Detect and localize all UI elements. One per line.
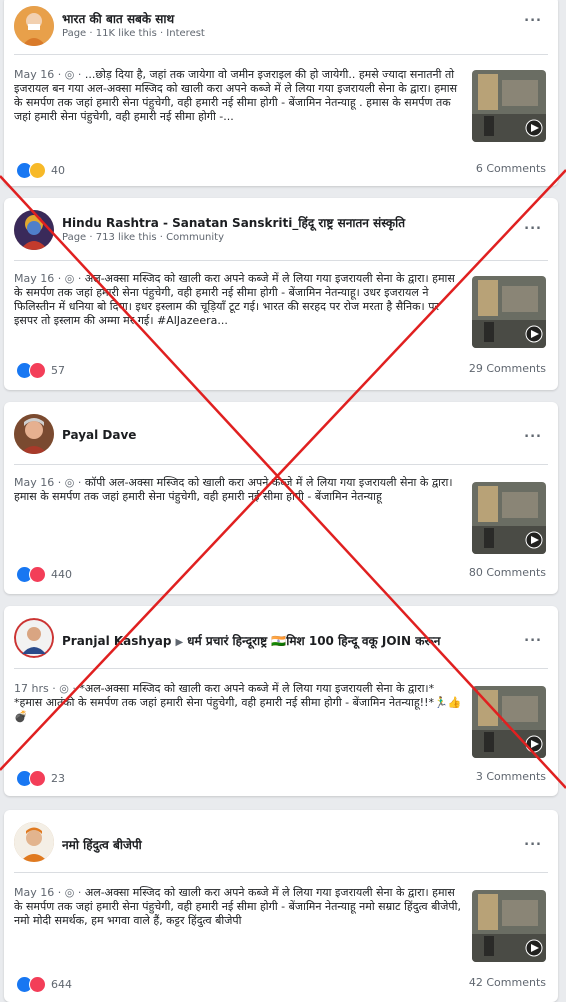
comments-count[interactable]: 42 Comments — [469, 976, 546, 989]
post-card: नमो हिंदुत्व बीजेपी ... May 16 · ◎ · अल-… — [4, 810, 558, 1002]
globe-icon: ◎ · — [59, 682, 80, 695]
author-name[interactable]: Hindu Rashtra - Sanatan Sanskriti_हिंदू … — [62, 214, 498, 231]
avatar[interactable] — [14, 210, 54, 250]
post-date[interactable]: 17 hrs · — [14, 682, 59, 695]
avatar[interactable] — [14, 414, 54, 454]
post-date[interactable]: May 16 · — [14, 68, 65, 81]
post-card: भारत की बात सबके साथ Page · 11K like thi… — [4, 0, 558, 186]
love-icon — [29, 976, 46, 993]
reactions-summary[interactable]: 57 — [16, 362, 65, 379]
post-body: *अल-अक्सा मस्जिद को खाली करा अपने कब्जे … — [14, 682, 462, 723]
avatar[interactable] — [14, 6, 54, 46]
video-thumbnail[interactable] — [472, 482, 546, 554]
post-date[interactable]: May 16 · — [14, 886, 65, 899]
divider — [14, 668, 548, 669]
avatar[interactable] — [14, 618, 54, 658]
post-text: May 16 · ◎ · कॉपी अल-अक्सा मस्जिद को खाल… — [14, 476, 462, 504]
post-text: 17 hrs · ◎ · *अल-अक्सा मस्जिद को खाली कर… — [14, 682, 462, 724]
post-text: May 16 · ◎ · अल-अक्सा मस्जिद को खाली करा… — [14, 886, 462, 928]
avatar[interactable] — [14, 822, 54, 862]
post-text: May 16 · ◎ · ...छोड़ दिया है, जहां तक जा… — [14, 68, 462, 124]
video-thumbnail[interactable] — [472, 686, 546, 758]
comments-count[interactable]: 29 Comments — [469, 362, 546, 375]
reaction-count: 23 — [51, 772, 65, 785]
author-name[interactable]: नमो हिंदुत्व बीजेपी — [62, 836, 498, 853]
divider — [14, 260, 548, 261]
video-thumbnail[interactable] — [472, 70, 546, 142]
comments-count[interactable]: 6 Comments — [476, 162, 546, 175]
globe-icon: ◎ · — [64, 272, 85, 285]
reaction-count: 644 — [51, 978, 72, 991]
post-date[interactable]: May 16 · — [14, 272, 65, 285]
reaction-count: 57 — [51, 364, 65, 377]
page-info: Page · 11K like this · Interest — [62, 28, 205, 39]
wow-icon — [29, 162, 46, 179]
post-card: Payal Dave ... May 16 · ◎ · कॉपी अल-अक्स… — [4, 402, 558, 594]
post-date[interactable]: May 16 · — [14, 476, 65, 489]
more-options-button[interactable]: ... — [524, 10, 542, 25]
reaction-count: 40 — [51, 164, 65, 177]
group-name[interactable]: धर्म प्रचारं हिन्दूराष्ट्र 🇮🇳मिश 100 हिन… — [187, 634, 440, 648]
reactions-summary[interactable]: 644 — [16, 976, 72, 993]
reactions-summary[interactable]: 23 — [16, 770, 65, 787]
reaction-count: 440 — [51, 568, 72, 581]
reactions-summary[interactable]: 440 — [16, 566, 72, 583]
author-name[interactable]: Pranjal Kashyap ▶ धर्म प्रचारं हिन्दूराष्ट… — [62, 632, 498, 649]
comments-count[interactable]: 3 Comments — [476, 770, 546, 783]
page-info: Page · 713 like this · Community — [62, 232, 224, 243]
arrow-right-icon: ▶ — [175, 637, 184, 648]
video-thumbnail[interactable] — [472, 276, 546, 348]
more-options-button[interactable]: ... — [524, 426, 542, 441]
globe-icon: ◎ · — [64, 886, 85, 899]
more-options-button[interactable]: ... — [524, 218, 542, 233]
divider — [14, 54, 548, 55]
more-options-button[interactable]: ... — [524, 630, 542, 645]
divider — [14, 872, 548, 873]
globe-icon: ◎ · — [64, 476, 85, 489]
love-icon — [29, 566, 46, 583]
love-icon — [29, 362, 46, 379]
author-name[interactable]: भारत की बात सबके साथ — [62, 10, 498, 27]
video-thumbnail[interactable] — [472, 890, 546, 962]
post-text: May 16 · ◎ · अल-अक्सा मस्जिद को खाली करा… — [14, 272, 462, 328]
post-card: Hindu Rashtra - Sanatan Sanskriti_हिंदू … — [4, 198, 558, 390]
post-card: Pranjal Kashyap ▶ धर्म प्रचारं हिन्दूराष्ट… — [4, 606, 558, 796]
reactions-summary[interactable]: 40 — [16, 162, 65, 179]
more-options-button[interactable]: ... — [524, 834, 542, 849]
globe-icon: ◎ · — [64, 68, 85, 81]
comments-count[interactable]: 80 Comments — [469, 566, 546, 579]
divider — [14, 464, 548, 465]
author-name[interactable]: Payal Dave — [62, 428, 498, 442]
love-icon — [29, 770, 46, 787]
